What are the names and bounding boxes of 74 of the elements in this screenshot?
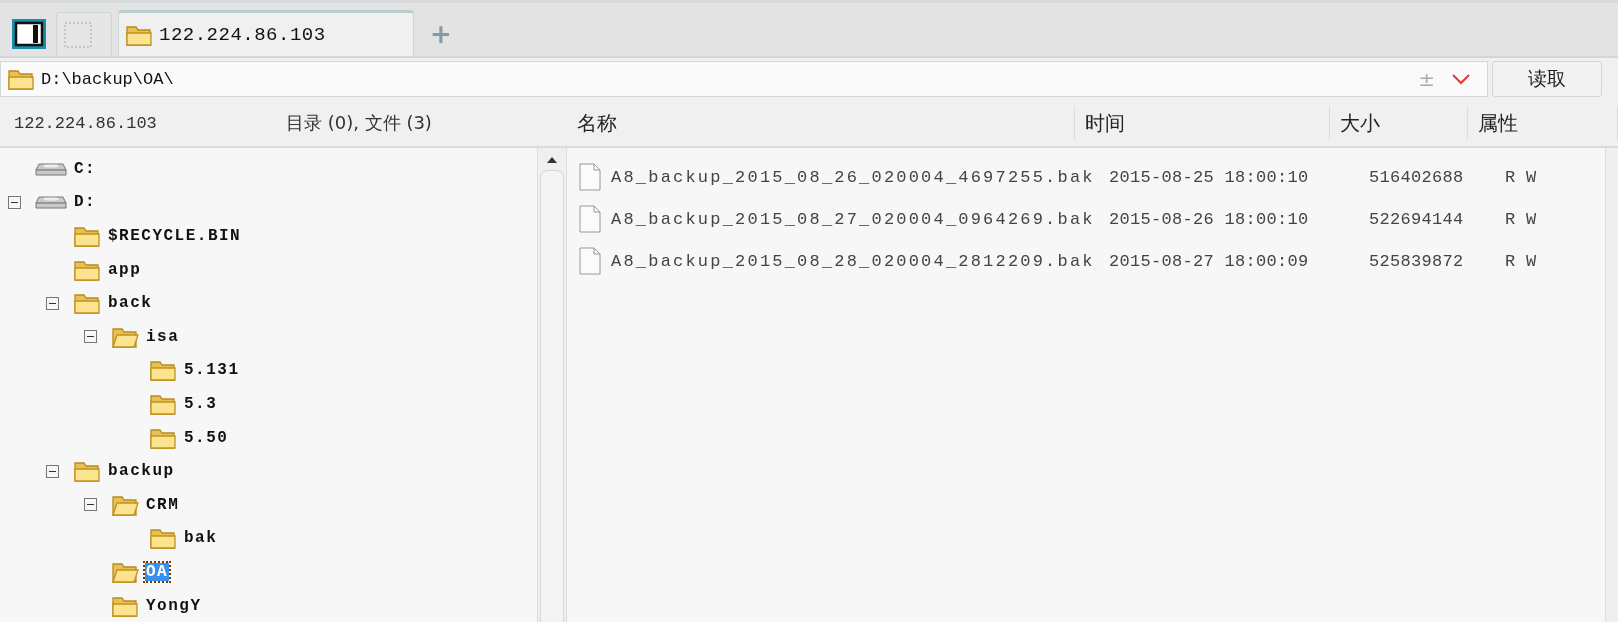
tab-label: 122.224.86.103 <box>159 23 326 46</box>
file-name: A8_backup_2015_08_27_020004_0964269.bak <box>610 209 1096 229</box>
tree-item[interactable]: app <box>0 252 538 287</box>
path-text: D:\backup\OA\ <box>41 69 175 89</box>
column-header[interactable]: 大小 <box>1330 106 1469 140</box>
tree-item[interactable]: backup <box>0 454 538 488</box>
tree-item[interactable]: isa <box>0 319 538 354</box>
tree-label: 5.3 <box>183 394 219 413</box>
tree-item[interactable]: 5.131 <box>0 353 538 388</box>
collapse-toggle[interactable] <box>84 498 97 512</box>
host-label: 122.224.86.103 <box>14 113 158 133</box>
file-time: 2015-08-27 18:00:09 <box>1109 251 1310 271</box>
tree-item[interactable]: CRM <box>0 487 538 522</box>
file-row[interactable]: A8_backup_2015_08_28_020004_2812209.bak 2015-08-27 18:00:09 525839872 R W <box>567 240 1606 282</box>
file-row[interactable]: A8_backup_2015_08_27_020004_0964269.bak 2015-08-26 18:00:10 522694144 R W <box>567 198 1606 240</box>
read-button[interactable]: 读取 <box>1492 61 1602 97</box>
tree-item[interactable]: D: <box>0 185 538 220</box>
file-attributes: R W <box>1505 167 1538 187</box>
summary-label: 目录 (0), 文件 (3) <box>286 111 432 135</box>
file-icon <box>579 247 602 275</box>
folder-icon <box>73 291 101 316</box>
tree-item[interactable]: back <box>0 286 538 320</box>
file-icon <box>579 205 602 233</box>
folder-icon <box>7 67 35 91</box>
scroll-thumb[interactable] <box>540 170 565 622</box>
scroll-up-icon[interactable] <box>547 156 558 164</box>
tree-label: backup <box>107 462 176 481</box>
folder-icon <box>73 224 101 248</box>
file-name: A8_backup_2015_08_28_020004_2812209.bak <box>610 251 1096 271</box>
file-time: 2015-08-26 18:00:10 <box>1109 209 1310 229</box>
file-row[interactable]: A8_backup_2015_08_26_020004_4697255.bak 2015-08-25 18:00:10 516402688 R W <box>567 156 1606 198</box>
file-attributes: R W <box>1505 209 1538 229</box>
folder-icon <box>149 526 177 551</box>
drive-icon <box>35 193 67 212</box>
file-size: 522694144 <box>1369 209 1465 229</box>
scrollbar[interactable] <box>537 148 568 622</box>
folder-icon <box>73 459 101 484</box>
path-field[interactable]: D:\backup\OA\ ± <box>0 61 1488 97</box>
column-header[interactable]: 属性 <box>1468 106 1618 140</box>
tree-item[interactable]: 5.50 <box>0 420 538 455</box>
file-time: 2015-08-25 18:00:10 <box>1109 167 1310 187</box>
file-size: 525839872 <box>1369 251 1465 271</box>
tree-label: YongY <box>145 596 203 615</box>
tree-label: bak <box>183 529 219 548</box>
tree-item[interactable]: $RECYCLE.BIN <box>0 219 538 253</box>
tab[interactable]: 122.224.86.103 <box>118 10 414 56</box>
tree-label: C: <box>73 159 98 178</box>
column-header[interactable]: 名称 <box>567 106 1075 140</box>
panel-icon[interactable] <box>12 19 46 49</box>
tree-label: D: <box>73 193 98 212</box>
tree-label: CRM <box>145 495 181 514</box>
tree-item[interactable]: YongY <box>0 588 538 622</box>
file-attributes: R W <box>1505 251 1538 271</box>
dashed-square-icon <box>63 20 93 49</box>
chevron-down-icon[interactable] <box>1451 73 1471 85</box>
tree-item[interactable]: bak <box>0 521 538 556</box>
file-name: A8_backup_2015_08_26_020004_4697255.bak <box>610 167 1096 187</box>
tree-label: app <box>107 260 143 279</box>
collapse-toggle[interactable] <box>84 330 97 344</box>
collapse-toggle[interactable] <box>8 195 21 209</box>
column-header[interactable]: 时间 <box>1074 106 1331 140</box>
collapse-toggle[interactable] <box>46 296 59 310</box>
tree-label: 5.50 <box>183 428 230 447</box>
tree-label: $RECYCLE.BIN <box>107 227 243 245</box>
tree-label: OA <box>145 562 170 581</box>
tree-label: 5.131 <box>183 361 241 380</box>
tree-item[interactable]: C: <box>0 152 538 186</box>
folder-icon <box>149 358 177 383</box>
file-size: 516402688 <box>1369 167 1465 187</box>
tree-label: isa <box>145 327 181 346</box>
file-icon <box>579 163 602 191</box>
tree-label: back <box>107 294 154 313</box>
tree-item[interactable]: 5.3 <box>0 387 538 421</box>
collapse-toggle[interactable] <box>46 464 59 478</box>
